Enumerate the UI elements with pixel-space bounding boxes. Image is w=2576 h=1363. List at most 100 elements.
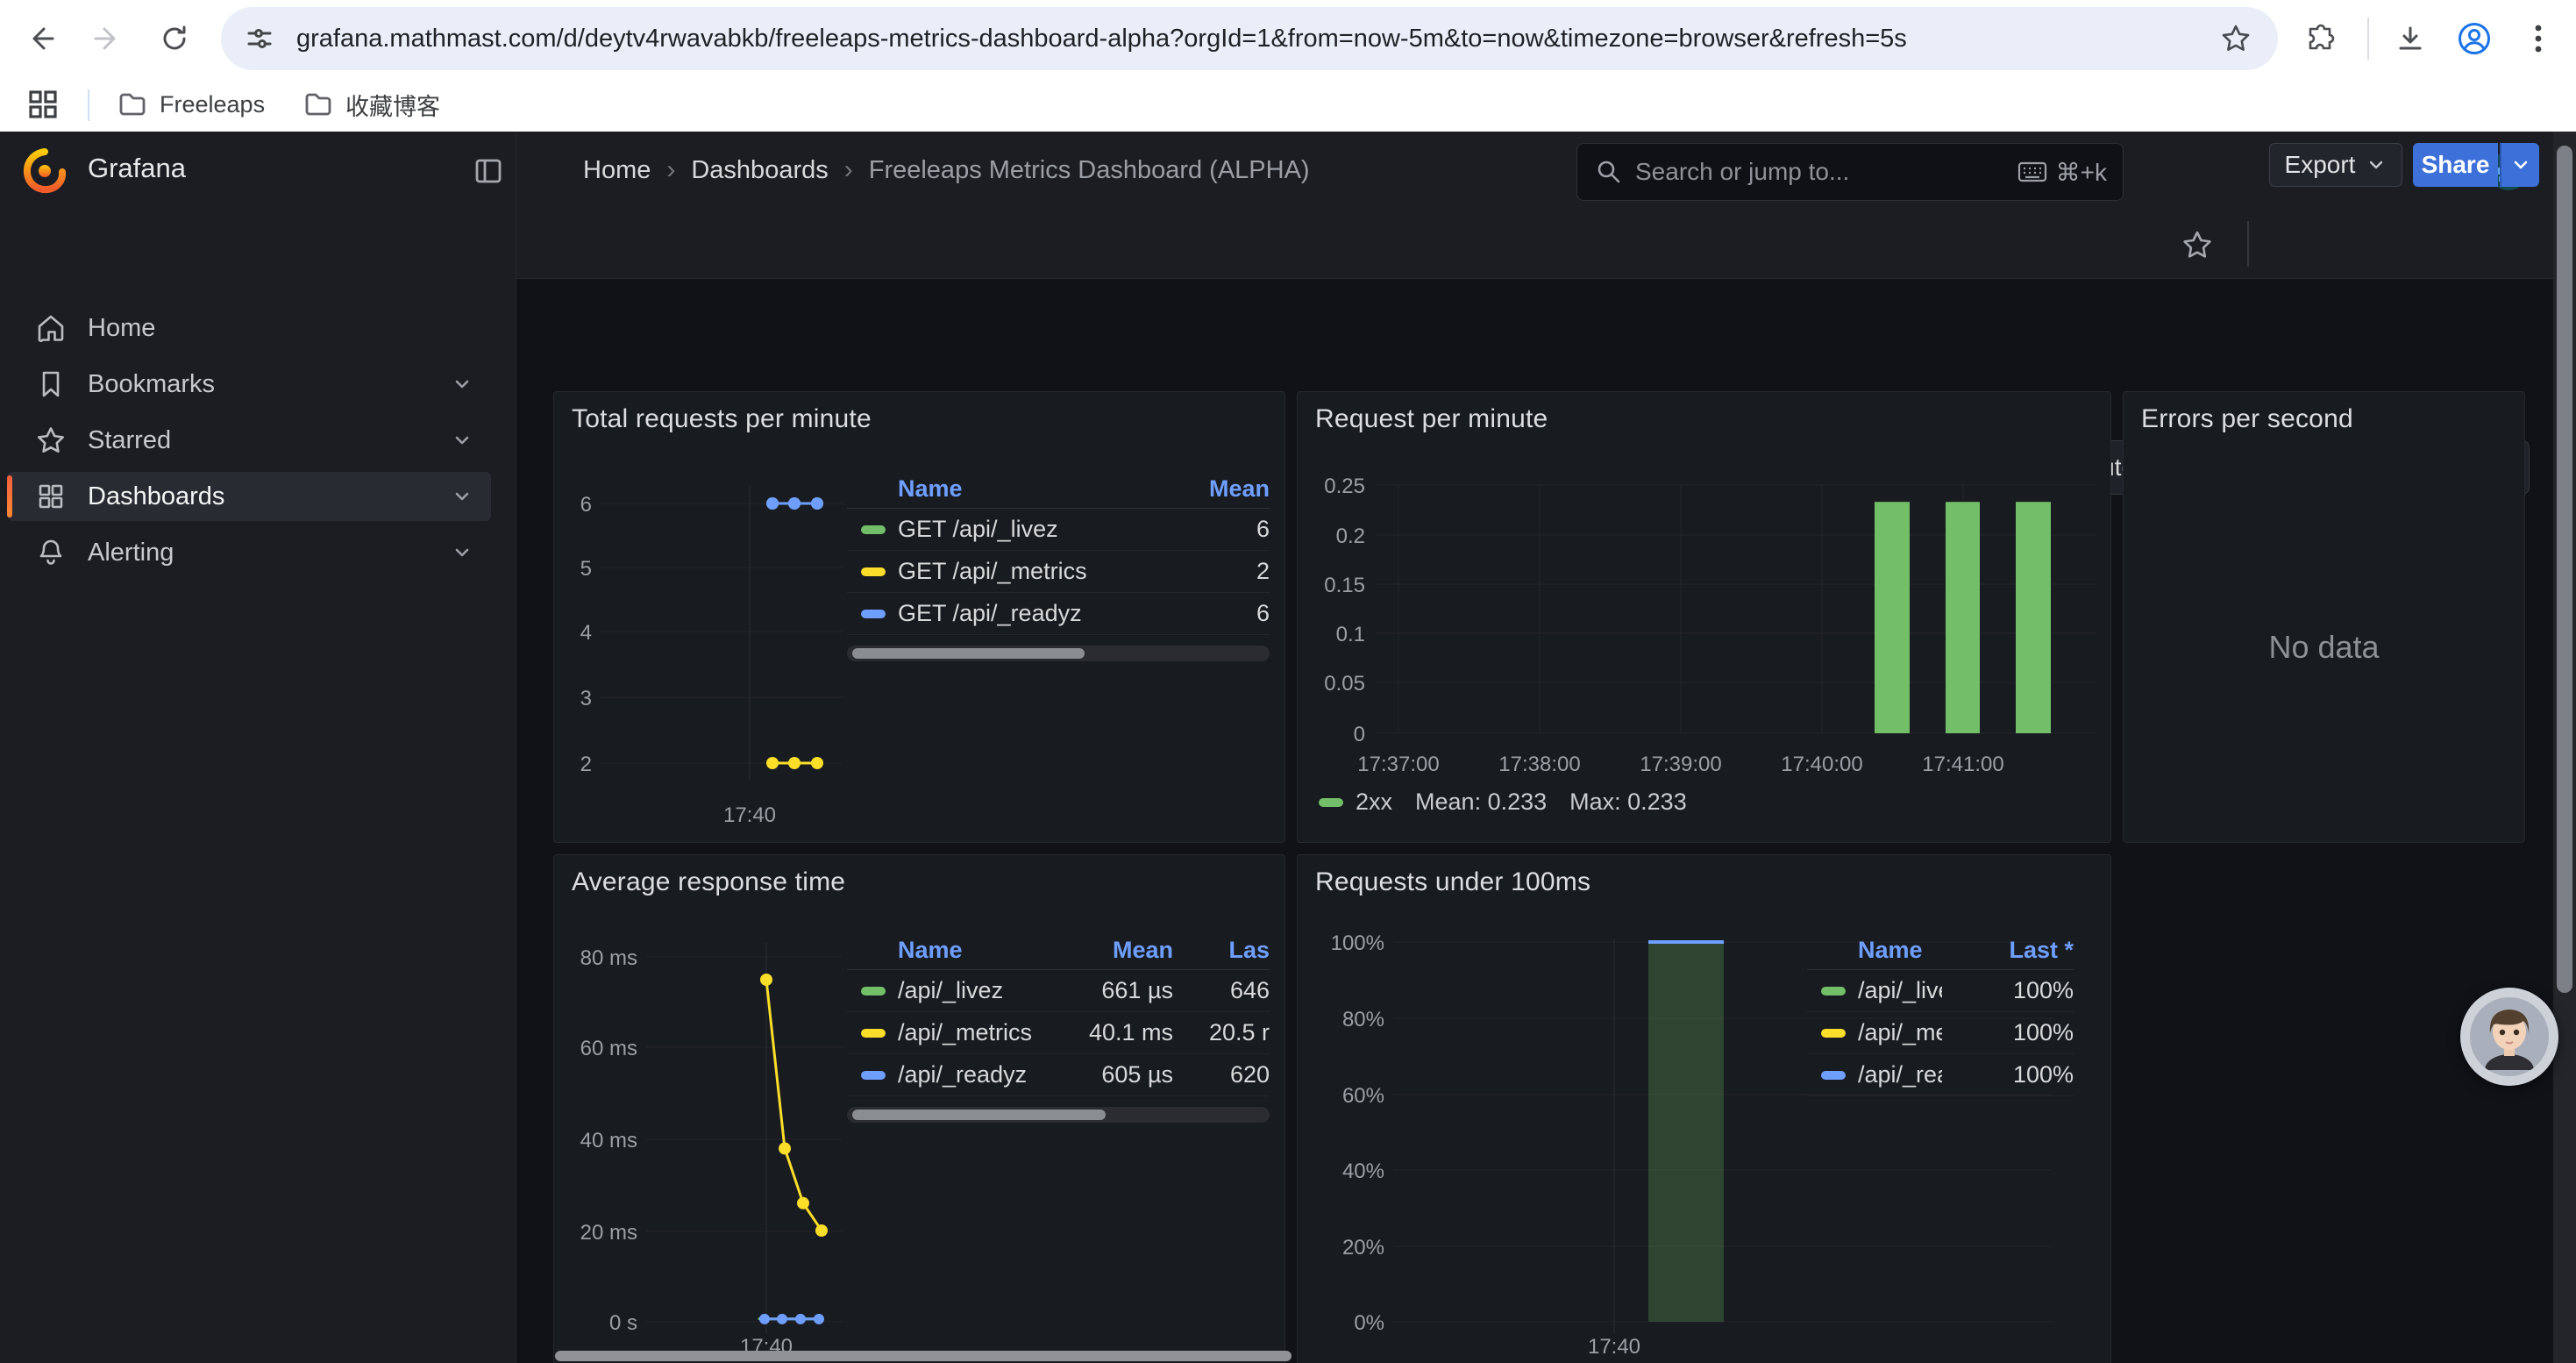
share-button[interactable]: Share — [2413, 143, 2498, 187]
export-button[interactable]: Export — [2269, 143, 2402, 187]
svg-text:60 ms: 60 ms — [580, 1037, 637, 1060]
legend-column-las[interactable]: Las — [1173, 937, 1270, 964]
svg-text:17:40: 17:40 — [1588, 1335, 1640, 1359]
home-icon — [35, 312, 67, 344]
svg-text:0%: 0% — [1354, 1311, 1384, 1335]
sidebar-item-home[interactable]: Home — [7, 303, 491, 353]
panel-avg-response-time: Average response time 80 ms60 ms40 ms20 … — [553, 854, 1285, 1363]
legend-table: NameLast * /api/_livez100%/api/_metrics10… — [1807, 931, 2074, 1096]
sidebar-item-alerting[interactable]: Alerting — [7, 528, 491, 577]
legend-row[interactable]: /api/_livez100% — [1807, 970, 2074, 1012]
series-value: 2 — [1164, 558, 1270, 585]
svg-text:80%: 80% — [1342, 1008, 1384, 1031]
legend-scrollbar-thumb[interactable] — [852, 648, 1085, 659]
sidebar-item-dashboards[interactable]: Dashboards — [7, 472, 491, 521]
profile-icon[interactable] — [2457, 21, 2492, 56]
browser-menu-icon[interactable] — [2523, 22, 2553, 55]
series-value: 20.5 r — [1173, 1019, 1270, 1046]
horizontal-scrollbar[interactable] — [555, 1351, 1292, 1361]
svg-text:17:40: 17:40 — [723, 803, 776, 827]
request-per-minute-chart[interactable]: 0.250.20.150.10.05017:37:0017:38:0017:39… — [1298, 392, 2110, 842]
svg-text:20%: 20% — [1342, 1236, 1384, 1260]
chevron-down-icon[interactable] — [451, 541, 473, 564]
apps-grid-icon[interactable] — [26, 88, 60, 121]
series-swatch — [861, 1029, 886, 1038]
sidebar-item-label: Alerting — [88, 539, 174, 567]
chevron-down-icon — [2510, 154, 2531, 175]
legend-column-name[interactable]: Name — [898, 937, 1042, 964]
legend-column-mean[interactable]: Mean — [1164, 475, 1270, 503]
grafana-header: Grafana Home › Dashboards › Freeleaps Me… — [0, 132, 2576, 211]
downloads-icon[interactable] — [2395, 24, 2425, 54]
legend-row[interactable]: /api/_readyz100% — [1807, 1054, 2074, 1096]
sidebar-item-label: Starred — [88, 426, 171, 455]
breadcrumb-dashboards[interactable]: Dashboards — [691, 156, 828, 185]
svg-text:40%: 40% — [1342, 1160, 1384, 1183]
legend-row[interactable]: GET /api/_readyz6 — [847, 593, 1270, 635]
back-icon[interactable] — [26, 24, 56, 54]
chevron-down-icon[interactable] — [451, 485, 473, 508]
sidebar-nav: Home Bookmarks Starred Dashboards Alerti… — [0, 211, 516, 1363]
legend-scrollbar-thumb[interactable] — [852, 1110, 1106, 1120]
search-input[interactable]: Search or jump to... ⌘+k — [1576, 143, 2124, 201]
bookmark-folder-blogs[interactable]: 收藏博客 — [289, 84, 454, 125]
breadcrumb-separator: › — [651, 155, 691, 185]
breadcrumb-separator: › — [829, 155, 869, 185]
series-max: Max: 0.233 — [1569, 789, 1687, 816]
bookmark-folder-freeleaps[interactable]: Freeleaps — [103, 84, 279, 125]
reload-icon[interactable] — [160, 24, 189, 54]
breadcrumb: Home › Dashboards › Freeleaps Metrics Da… — [583, 155, 1310, 185]
legend-row[interactable]: GET /api/_livez6 — [847, 509, 1270, 551]
svg-text:40 ms: 40 ms — [580, 1129, 637, 1152]
legend-row[interactable]: /api/_metrics100% — [1807, 1012, 2074, 1054]
series-swatch — [861, 567, 886, 576]
share-menu-button[interactable] — [2500, 143, 2539, 187]
bookmark-star-icon[interactable] — [2220, 23, 2252, 54]
legend-column-name[interactable]: Name — [898, 475, 1164, 503]
chevron-down-icon — [2366, 154, 2387, 175]
legend-row[interactable]: /api/_livez661 µs646 — [847, 970, 1270, 1012]
legend-line[interactable]: 2xx Mean: 0.233 Max: 0.233 — [1319, 789, 1687, 816]
browser-toolbar: grafana.mathmast.com/d/deytv4rwavabkb/fr… — [0, 0, 2576, 77]
panel-title[interactable]: Errors per second — [2141, 404, 2353, 434]
extensions-icon[interactable] — [2306, 24, 2336, 54]
folder-icon — [117, 89, 147, 119]
legend-column-mean[interactable]: Mean — [1042, 937, 1173, 964]
legend-scrollbar[interactable] — [847, 1107, 1270, 1123]
site-settings-icon[interactable] — [244, 23, 275, 54]
legend-row[interactable]: /api/_metrics40.1 ms20.5 r — [847, 1012, 1270, 1054]
series-swatch — [861, 987, 886, 995]
legend-header: NameMeanLas — [847, 931, 1270, 970]
sidebar-item-starred[interactable]: Starred — [7, 416, 491, 465]
search-shortcut: ⌘+k — [2017, 158, 2107, 187]
url-bar[interactable]: grafana.mathmast.com/d/deytv4rwavabkb/fr… — [221, 7, 2278, 70]
assistant-avatar[interactable] — [2460, 988, 2558, 1086]
favorite-star-icon[interactable] — [2181, 228, 2214, 261]
svg-text:0.15: 0.15 — [1324, 574, 1365, 597]
series-swatch — [861, 1071, 886, 1080]
series-name: /api/_metrics — [898, 1019, 1042, 1046]
svg-text:60%: 60% — [1342, 1084, 1384, 1108]
svg-text:0.1: 0.1 — [1336, 623, 1365, 646]
legend-row[interactable]: GET /api/_metrics2 — [847, 551, 1270, 593]
grafana-logo-icon[interactable] — [21, 147, 68, 195]
legend-row[interactable]: /api/_readyz605 µs620 — [847, 1054, 1270, 1096]
sidebar-toggle-icon[interactable] — [472, 154, 505, 188]
sidebar-item-bookmarks[interactable]: Bookmarks — [7, 360, 491, 409]
breadcrumb-home[interactable]: Home — [583, 156, 651, 185]
legend-column-last[interactable]: Last * — [1942, 937, 2074, 964]
chevron-down-icon[interactable] — [451, 429, 473, 452]
legend-scrollbar[interactable] — [847, 646, 1270, 661]
series-swatch — [861, 610, 886, 618]
series-name: /api/_readyz — [1858, 1061, 1942, 1088]
legend-column-name[interactable]: Name — [1858, 937, 1942, 964]
series-name: /api/_livez — [898, 977, 1042, 1004]
chevron-down-icon[interactable] — [451, 373, 473, 396]
sidebar-item-label: Home — [88, 314, 155, 343]
series-value: 661 µs — [1042, 977, 1173, 1004]
page-scrollbar-thumb[interactable] — [2557, 146, 2572, 993]
folder-icon — [303, 89, 333, 119]
svg-text:0.05: 0.05 — [1324, 672, 1365, 696]
bookmark-label: 收藏博客 — [345, 88, 440, 122]
forward-icon[interactable] — [92, 24, 122, 54]
